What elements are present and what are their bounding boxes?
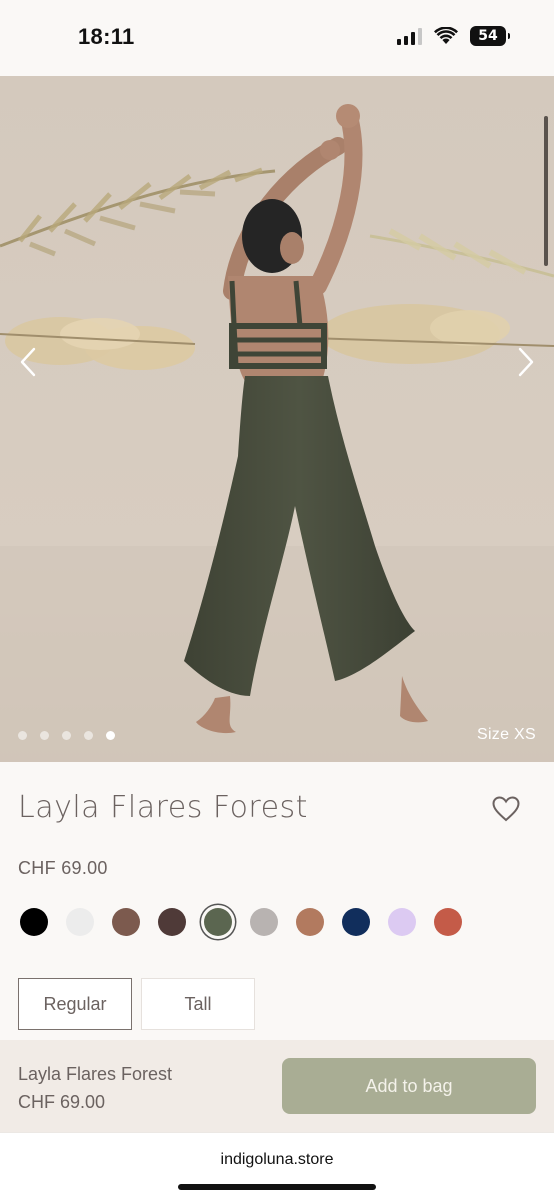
add-to-bag-button[interactable]: Add to bag <box>282 1058 536 1114</box>
next-image-button[interactable] <box>508 344 544 380</box>
sticky-product-name: Layla Flares Forest <box>18 1064 173 1084</box>
gallery-dot[interactable] <box>18 731 27 740</box>
heart-icon <box>492 796 520 822</box>
status-icons: 54 <box>397 26 510 46</box>
fit-options: Regular Tall <box>18 978 255 1030</box>
color-swatch[interactable] <box>204 908 232 936</box>
gallery-dot[interactable] <box>62 731 71 740</box>
gallery-dot[interactable] <box>84 731 93 740</box>
product-photo <box>0 76 554 762</box>
color-swatch[interactable] <box>250 908 278 936</box>
fit-option-tall[interactable]: Tall <box>141 978 255 1030</box>
gallery-pagination <box>18 731 115 740</box>
gallery-dot[interactable] <box>40 731 49 740</box>
sticky-add-to-bag-bar: Layla Flares Forest CHF 69.00 Add to bag <box>0 1040 554 1132</box>
chevron-right-icon <box>518 347 534 377</box>
product-price: CHF 69.00 <box>18 858 108 878</box>
color-swatch[interactable] <box>20 908 48 936</box>
color-swatch[interactable] <box>66 908 94 936</box>
color-swatch[interactable] <box>388 908 416 936</box>
cellular-signal-icon <box>397 27 422 45</box>
previous-image-button[interactable] <box>10 344 46 380</box>
wishlist-button[interactable] <box>492 796 520 827</box>
status-bar: 18:11 54 <box>0 0 554 76</box>
model-size-label: Size XS <box>476 726 536 743</box>
color-swatch[interactable] <box>434 908 462 936</box>
product-image-gallery[interactable]: Size XS <box>0 76 554 762</box>
browser-address-bar: indigoluna.store <box>0 1132 554 1201</box>
color-swatches <box>20 908 462 936</box>
battery-icon: 54 <box>470 26 510 46</box>
scroll-indicator[interactable] <box>544 116 548 266</box>
battery-level: 54 <box>478 28 498 44</box>
url-text[interactable]: indigoluna.store <box>0 1151 554 1169</box>
home-indicator[interactable] <box>178 1184 376 1190</box>
gallery-dot[interactable] <box>106 731 115 740</box>
color-swatch[interactable] <box>158 908 186 936</box>
wifi-icon <box>434 27 458 44</box>
color-swatch[interactable] <box>342 908 370 936</box>
sticky-product-price: CHF 69.00 <box>18 1092 106 1112</box>
status-time: 18:11 <box>78 24 135 49</box>
color-swatch[interactable] <box>112 908 140 936</box>
fit-option-regular[interactable]: Regular <box>18 978 132 1030</box>
product-title: Layla Flares Forest <box>18 790 308 825</box>
color-swatch[interactable] <box>296 908 324 936</box>
chevron-left-icon <box>20 347 36 377</box>
